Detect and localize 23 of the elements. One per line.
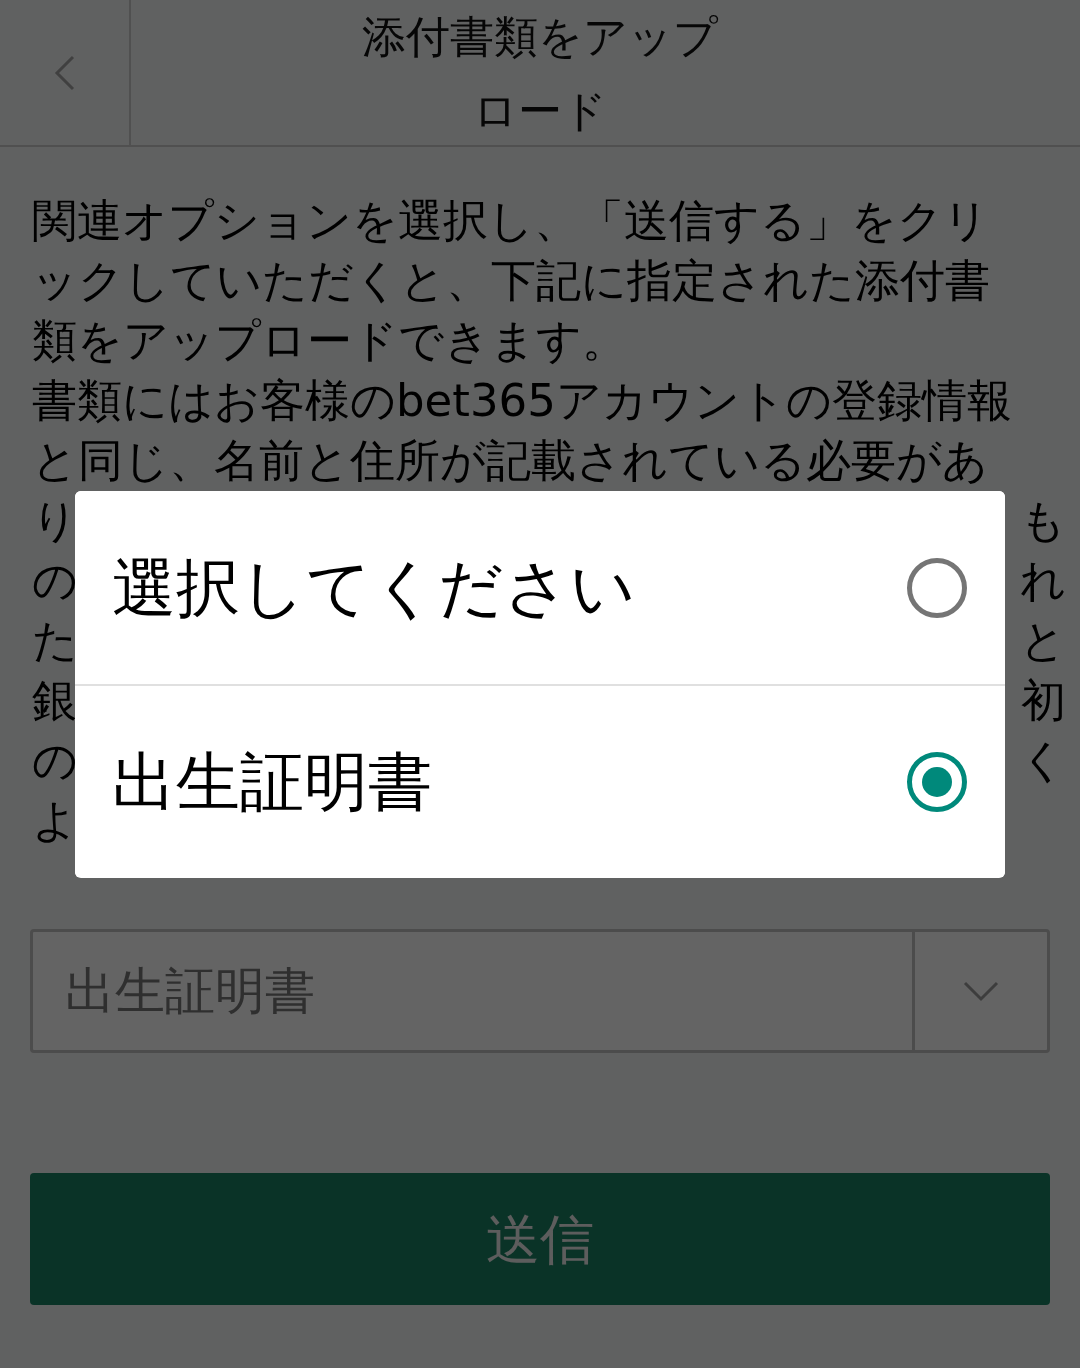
option-label: 出生証明書 <box>112 743 432 821</box>
dialog-option[interactable]: 出生証明書 <box>75 684 1005 877</box>
paragraph-line: 書類にはお客様のbet365アカウントの登録情報 <box>32 373 1013 429</box>
radio-button[interactable] <box>907 557 967 618</box>
partial-text: の <box>32 553 78 609</box>
partial-text: も <box>1020 493 1066 549</box>
paragraph-line: 類をアップロードできます。 <box>32 313 628 369</box>
chevron-down-icon <box>962 980 1000 1002</box>
partial-text: の <box>32 733 78 789</box>
partial-text: 銀 <box>32 673 77 729</box>
paragraph-line: と同じ、名前と住所が記載されている必要があ <box>32 433 989 489</box>
partial-text: よ <box>32 793 78 849</box>
paragraph-line: 関連オプションを選択し、「送信する」をクリ <box>32 193 990 249</box>
paragraph-line: ックしていただくと、下記に指定された添付書 <box>32 253 991 309</box>
radio-button[interactable] <box>907 751 967 812</box>
partial-text: と <box>1020 613 1066 669</box>
partial-text: れ <box>1020 553 1066 609</box>
partial-text: り <box>32 493 78 549</box>
partial-text: た <box>32 613 78 669</box>
partial-text: く <box>1020 733 1066 789</box>
partial-text: 初 <box>1021 673 1066 729</box>
option-label: 選択してください <box>112 549 636 627</box>
page-title: 添付書類をアップロード <box>361 10 719 138</box>
